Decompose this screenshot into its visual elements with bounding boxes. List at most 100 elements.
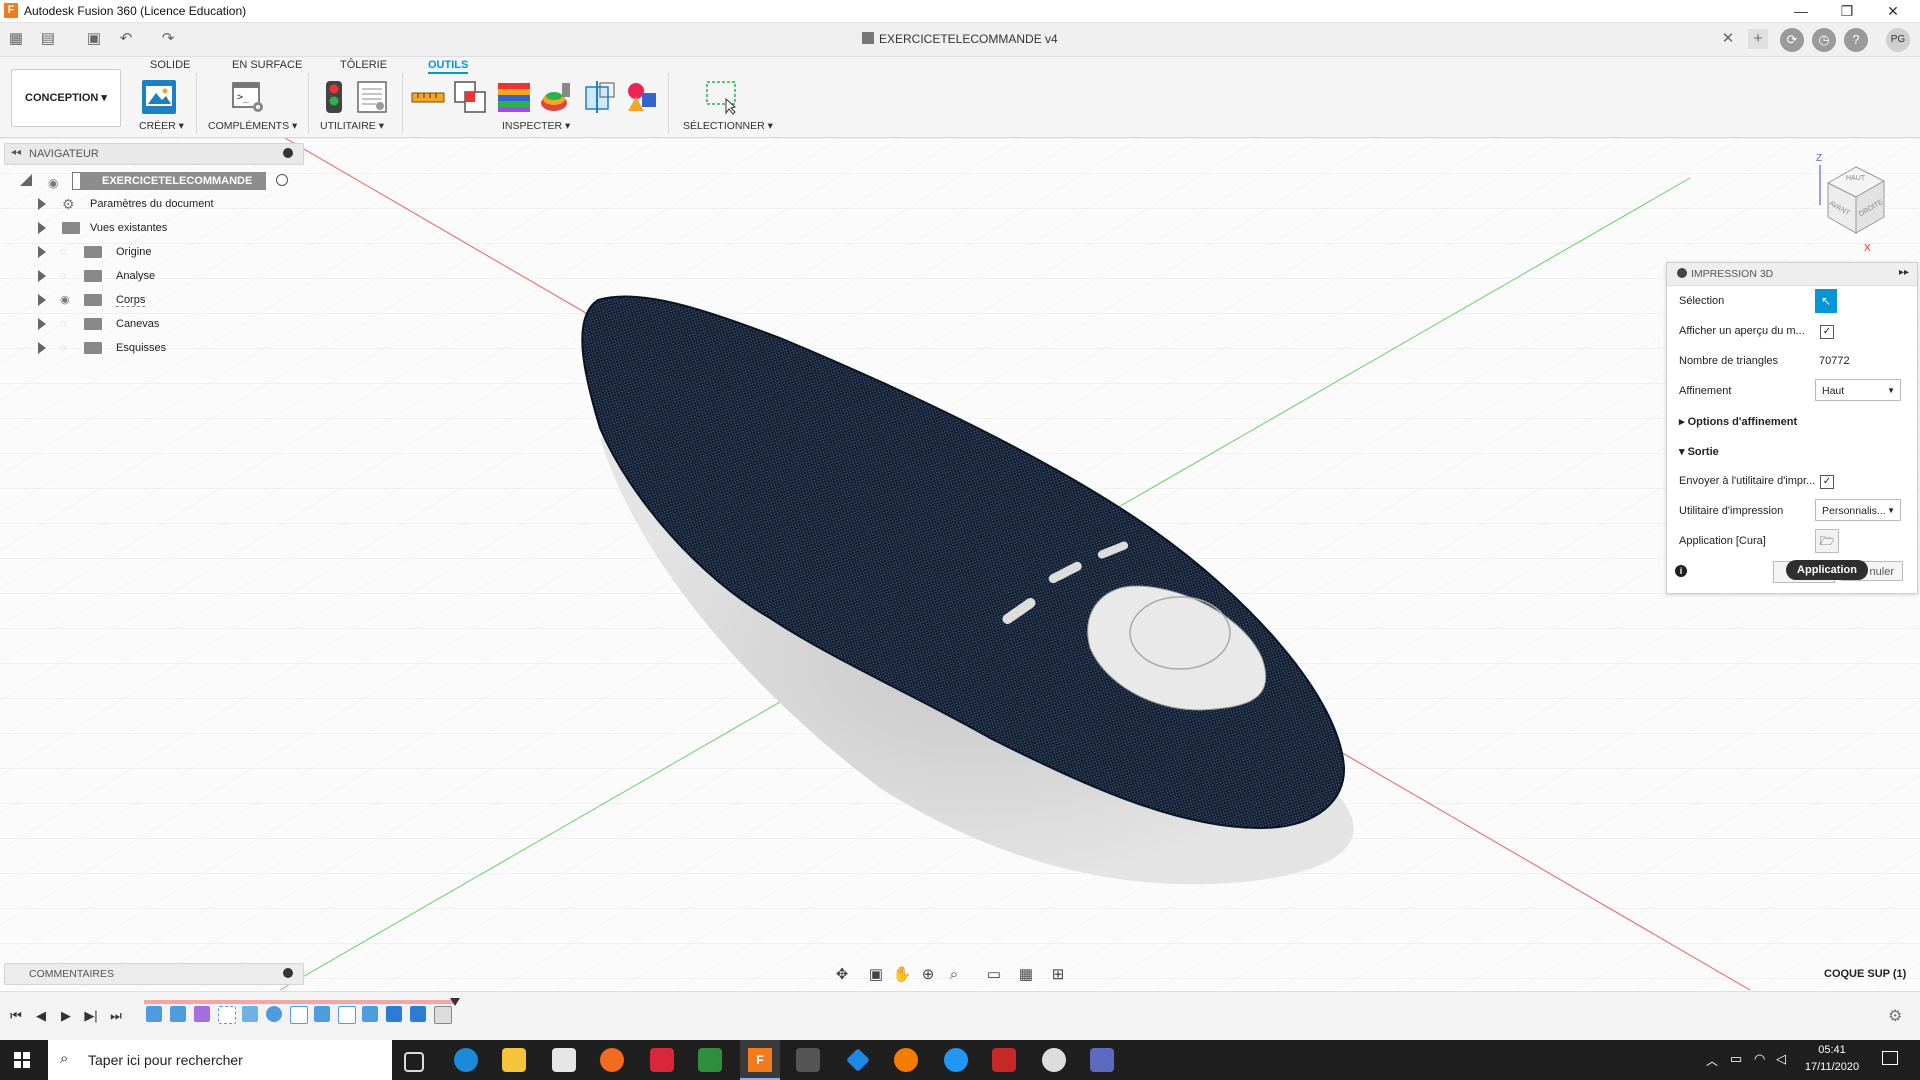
- group-creer[interactable]: CRÉER ▾: [139, 120, 184, 132]
- navigator-header[interactable]: ◂◂ NAVIGATEUR: [4, 143, 304, 165]
- refine-options-section[interactable]: ▸ Options d'affinement: [1679, 415, 1797, 428]
- expand-arrow-icon[interactable]: [38, 246, 46, 258]
- expand-dialog-icon[interactable]: ▸▸: [1899, 267, 1909, 278]
- user-avatar[interactable]: PG: [1886, 28, 1910, 52]
- browser-item-corps[interactable]: ◉ Corps: [0, 289, 300, 311]
- group-selectionner[interactable]: SÉLECTIONNER ▾: [683, 120, 773, 132]
- root-collapse-icon[interactable]: [20, 174, 32, 186]
- battery-icon[interactable]: ▭: [1730, 1051, 1742, 1067]
- browser-item-vues[interactable]: Vues existantes: [0, 217, 300, 239]
- timeline-feature-split[interactable]: [434, 1006, 452, 1024]
- timeline-feature-plane[interactable]: [218, 1006, 236, 1024]
- render-icon[interactable]: [141, 79, 177, 115]
- timeline-feature-shell[interactable]: [338, 1006, 356, 1024]
- add-comment-icon[interactable]: [283, 968, 293, 978]
- firefox-icon[interactable]: [600, 1048, 624, 1072]
- volume-icon[interactable]: ◁: [1776, 1051, 1786, 1067]
- expand-arrow-icon[interactable]: [38, 294, 46, 306]
- browser-root-label[interactable]: EXERCICETELECOMMANDE v4: [80, 172, 266, 205]
- selection-pointer-button[interactable]: ↖: [1815, 289, 1837, 313]
- maximize-button[interactable]: ❐: [1824, 0, 1870, 22]
- tab-solide[interactable]: SOLIDE: [150, 59, 190, 71]
- display-settings-icon[interactable]: ▭: [984, 965, 1004, 985]
- save-icon[interactable]: ▣: [84, 29, 104, 49]
- timeline-prev-icon[interactable]: ◀: [33, 1008, 49, 1024]
- zebra-analysis-icon[interactable]: [496, 79, 532, 115]
- folder-open-icon[interactable]: 🗁: [1815, 529, 1839, 553]
- app-icon[interactable]: [1042, 1048, 1066, 1072]
- browser-item-esquisses[interactable]: ◌ Esquisses: [0, 337, 300, 359]
- edge-browser-icon[interactable]: [454, 1048, 478, 1072]
- file-explorer-icon[interactable]: [502, 1048, 526, 1072]
- timeline-last-icon[interactable]: ⏭: [108, 1008, 124, 1024]
- component-colors-icon[interactable]: [624, 79, 660, 115]
- fit-icon[interactable]: ⌕: [944, 965, 964, 985]
- expand-arrow-icon[interactable]: [38, 342, 46, 354]
- timeline-feature-sketch[interactable]: [170, 1006, 186, 1022]
- timeline-play-icon[interactable]: ▶: [58, 1008, 74, 1024]
- task-view-icon[interactable]: [404, 1052, 424, 1072]
- hidden-eye-icon[interactable]: ◌: [60, 247, 74, 258]
- root-visibility-eye-icon[interactable]: ◉: [48, 176, 58, 190]
- timeline-feature-revolve[interactable]: [266, 1006, 282, 1022]
- hidden-eye-icon[interactable]: ◌: [60, 343, 74, 354]
- collapse-left-icon[interactable]: ◂◂: [11, 147, 21, 158]
- group-complements[interactable]: COMPLÉMENTS ▾: [208, 120, 297, 132]
- look-at-icon[interactable]: ▣: [866, 965, 886, 985]
- print-traffic-light-icon[interactable]: [316, 79, 352, 115]
- send-to-utility-checkbox[interactable]: ✓: [1820, 475, 1834, 489]
- help-icon[interactable]: ?: [1844, 28, 1868, 52]
- timeline-first-icon[interactable]: ⏮: [8, 1008, 24, 1024]
- browser-item-parametres[interactable]: ⚙ Paramètres du document: [0, 193, 300, 215]
- workspace-switcher[interactable]: CONCEPTION ▾: [11, 69, 121, 127]
- visibility-eye-icon[interactable]: ◉: [60, 295, 74, 306]
- scripts-addins-icon[interactable]: >_: [230, 79, 266, 115]
- calculator-icon[interactable]: [1090, 1048, 1114, 1072]
- output-section[interactable]: ▾ Sortie: [1679, 445, 1719, 458]
- minimize-button[interactable]: —: [1778, 0, 1824, 22]
- grid-settings-icon[interactable]: ▦: [1016, 965, 1036, 985]
- windows-start-icon[interactable]: [14, 1052, 30, 1068]
- browser-item-analyse[interactable]: ◌ Analyse: [0, 265, 300, 287]
- expand-arrow-icon[interactable]: [38, 198, 46, 210]
- wifi-icon[interactable]: ◠: [1754, 1051, 1765, 1067]
- app-icon[interactable]: [894, 1048, 918, 1072]
- timeline-settings-gear-icon[interactable]: ⚙: [1888, 1006, 1902, 1026]
- hidden-eye-icon[interactable]: ◌: [60, 271, 74, 282]
- undo-icon[interactable]: ↶: [116, 29, 136, 49]
- apps-grid-icon[interactable]: ▦: [6, 29, 26, 49]
- hidden-eye-icon[interactable]: ◌: [60, 319, 74, 330]
- timeline-feature-body[interactable]: [242, 1006, 258, 1022]
- taskbar-search-box[interactable]: ⌕ Taper ici pour rechercher: [48, 1040, 392, 1080]
- parameters-table-icon[interactable]: [354, 79, 390, 115]
- green-editor-icon[interactable]: [698, 1048, 722, 1072]
- interference-icon[interactable]: [452, 79, 488, 115]
- app-icon[interactable]: [992, 1048, 1016, 1072]
- tab-close-icon[interactable]: ✕: [1718, 29, 1738, 49]
- tab-outils[interactable]: OUTILS: [428, 59, 469, 74]
- refine-dropdown[interactable]: Haut ▼: [1815, 379, 1901, 401]
- red-app-icon[interactable]: [650, 1048, 674, 1072]
- file-menu-icon[interactable]: ▤: [38, 29, 58, 49]
- app-icon[interactable]: [846, 1048, 870, 1072]
- group-inspecter[interactable]: INSPECTER ▾: [502, 120, 570, 132]
- comments-bar[interactable]: COMMENTAIRES: [4, 963, 304, 985]
- fusion-taskbar-active[interactable]: F: [740, 1040, 780, 1080]
- app-icon[interactable]: [944, 1048, 968, 1072]
- timeline-marker-icon[interactable]: [450, 998, 460, 1006]
- preview-checkbox[interactable]: ✓: [1820, 325, 1834, 339]
- notification-center-icon[interactable]: [1882, 1051, 1898, 1065]
- new-tab-plus-icon[interactable]: +: [1748, 29, 1768, 49]
- expand-arrow-icon[interactable]: [38, 318, 46, 330]
- curvature-analysis-icon[interactable]: [538, 79, 574, 115]
- clock-time[interactable]: 05:41: [1802, 1044, 1862, 1056]
- group-utilitaire[interactable]: UTILITAIRE ▾: [320, 120, 384, 132]
- print-utility-dropdown[interactable]: Personnalis... ▼: [1815, 499, 1901, 521]
- timeline-feature-extrude[interactable]: [386, 1006, 402, 1022]
- measure-icon[interactable]: [410, 79, 446, 115]
- redo-icon[interactable]: ↷: [158, 29, 178, 49]
- store-icon[interactable]: [552, 1048, 576, 1072]
- timeline-next-icon[interactable]: ▶|: [83, 1008, 99, 1024]
- timeline-feature-extrude[interactable]: [362, 1006, 378, 1022]
- clock-date[interactable]: 17/11/2020: [1796, 1061, 1868, 1073]
